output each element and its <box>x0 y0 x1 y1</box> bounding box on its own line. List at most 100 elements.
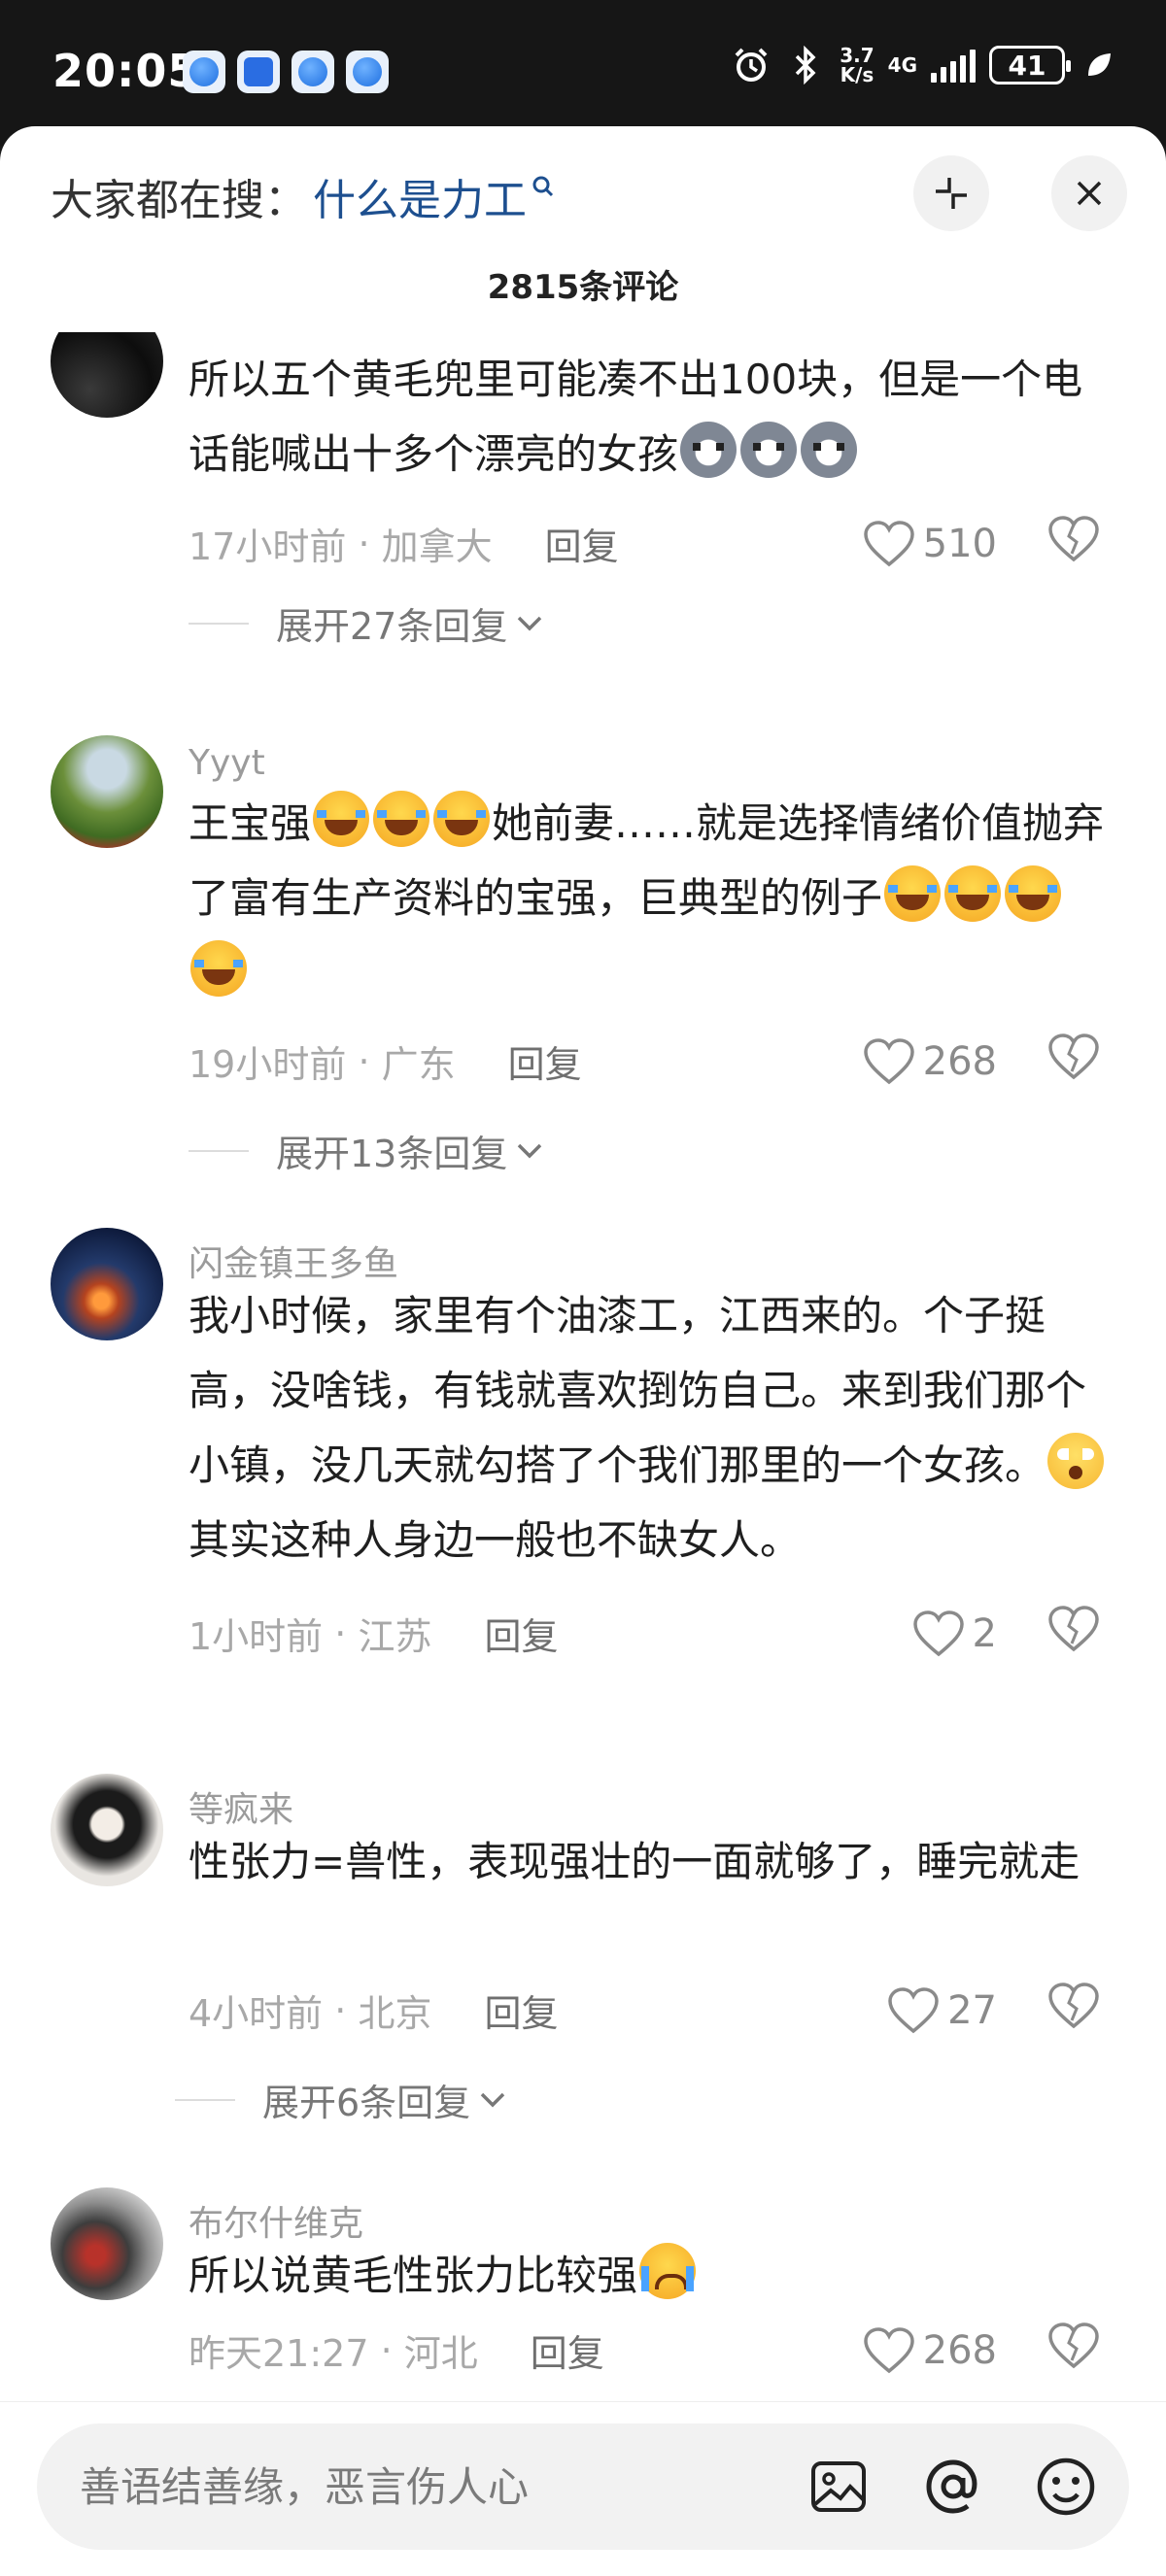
chevron-down-icon <box>518 616 542 630</box>
wolf-emoji-icon <box>680 422 737 478</box>
comment-list[interactable]: 所以五个黄毛兜里可能凑不出100块，但是一个电话能喊出十多个漂亮的女孩 17小时… <box>0 332 1166 2518</box>
comment-location: 河北 <box>403 2332 478 2375</box>
like-button[interactable]: 268 <box>863 2326 997 2375</box>
close-button[interactable] <box>1051 155 1127 231</box>
reply-button[interactable]: 回复 <box>508 1034 582 1088</box>
dislike-button[interactable] <box>1047 1033 1100 1090</box>
image-button[interactable] <box>805 2453 873 2521</box>
avatar[interactable] <box>51 332 163 418</box>
like-count: 268 <box>922 2327 997 2373</box>
mention-button[interactable] <box>919 2453 987 2521</box>
image-icon <box>811 2461 866 2512</box>
wolf-emoji-icon <box>801 422 858 478</box>
reply-button[interactable]: 回复 <box>531 2323 604 2377</box>
heart-icon <box>888 1986 939 2033</box>
comment-meta: 17小时前 · 加拿大 回复 510 <box>189 515 1121 572</box>
emoji-button[interactable] <box>1032 2453 1100 2521</box>
alarm-icon <box>731 45 772 85</box>
like-button[interactable]: 27 <box>887 1986 997 2035</box>
reply-button[interactable]: 回复 <box>484 1983 558 2037</box>
comment-text: 所以五个黄毛兜里可能凑不出100块，但是一个电话能喊出十多个漂亮的女孩 <box>189 356 1083 478</box>
dislike-button[interactable] <box>1047 1982 1100 2039</box>
comment-count: 2815条评论 <box>487 268 679 307</box>
comment-location: 江苏 <box>358 1615 432 1658</box>
comment-item: 闪金镇王多鱼 我小时候，家里有个油漆工，江西来的。个子挺高，没啥钱，有钱就喜欢捯… <box>0 1228 1166 1658</box>
app-notification-icon <box>183 51 225 93</box>
comment-item: 等疯来 性张力=兽性，表现强壮的一面就够了，睡完就走 4小时前 · 北京 回复 … <box>0 1774 1166 2124</box>
close-icon <box>1077 181 1102 206</box>
comment-time: 19小时前 <box>189 1043 347 1086</box>
dislike-heart-icon <box>1048 1034 1099 1080</box>
chevron-down-icon <box>480 2092 505 2107</box>
comment-time: 17小时前 <box>189 525 347 568</box>
comment-username[interactable]: Yyyt <box>189 743 265 783</box>
network-speed: 3.7 K/s <box>840 44 874 86</box>
notification-icons <box>183 51 389 93</box>
status-bar: 20:05 3.7 K/s 4G 41 <box>0 0 1166 146</box>
comment-sheet: 大家都在搜： 什么是力工 2815条评论 所以五个黄毛兜里可能凑不出100块，但… <box>0 126 1166 2576</box>
laughing-crying-emoji-icon <box>190 940 247 997</box>
network-type: 4G <box>887 53 917 77</box>
laughing-crying-emoji-icon <box>944 865 1002 922</box>
dislike-button[interactable] <box>1047 2322 1100 2379</box>
comment-input-field[interactable] <box>37 2423 1129 2550</box>
status-indicators: 3.7 K/s 4G 41 <box>731 45 1119 85</box>
like-count: 268 <box>922 1038 997 1084</box>
comment-meta: 1小时前 · 江苏 回复 2 <box>189 1605 1121 1662</box>
comment-input-bar <box>0 2401 1166 2576</box>
expand-replies-button[interactable]: 展开13条回复 <box>189 1124 544 1177</box>
dislike-heart-icon <box>1048 2322 1099 2369</box>
dislike-button[interactable] <box>1047 515 1100 572</box>
like-count: 510 <box>922 521 997 566</box>
signal-icon <box>931 48 976 83</box>
collapse-button[interactable] <box>913 155 989 231</box>
leaf-icon <box>1079 45 1119 85</box>
laughing-crying-emoji-icon <box>433 791 491 847</box>
expand-replies-button[interactable]: 展开27条回复 <box>189 596 544 650</box>
at-icon <box>926 2459 977 2514</box>
search-icon <box>532 176 554 197</box>
search-suggestion[interactable]: 大家都在搜： 什么是力工 <box>51 165 556 227</box>
wolf-emoji-icon <box>740 422 798 478</box>
comment-text: 所以说黄毛性张力比较强 <box>189 2238 1121 2313</box>
like-button[interactable]: 510 <box>863 520 997 568</box>
reply-button[interactable]: 回复 <box>484 1607 558 1660</box>
comment-text: 我小时候，家里有个油漆工，江西来的。个子挺高，没啥钱，有钱就喜欢捯饬自己。来到我… <box>189 1278 1121 1577</box>
comment-time: 昨天21:27 <box>189 2332 369 2375</box>
battery-icon: 41 <box>989 46 1071 85</box>
comment-text: 王宝强 她前妻……就是选择情绪价值抛弃了富有生产资料的宝强，巨典型的例子 <box>189 786 1121 1010</box>
comment-meta: 19小时前 · 广东 回复 268 <box>189 1034 1121 1088</box>
comment-input[interactable] <box>80 2462 760 2511</box>
comment-location: 北京 <box>358 1992 432 2035</box>
search-query[interactable]: 什么是力工 <box>313 165 527 227</box>
heart-icon <box>912 1610 964 1656</box>
chevron-down-icon <box>518 1143 542 1158</box>
avatar[interactable] <box>51 2187 163 2300</box>
dislike-heart-icon <box>1048 516 1099 562</box>
dislike-button[interactable] <box>1047 1605 1100 1662</box>
heart-icon <box>863 520 914 566</box>
comment-meta: 昨天21:27 · 河北 回复 268 <box>189 2322 1121 2379</box>
like-count: 2 <box>972 1610 997 1656</box>
heart-icon <box>863 2326 914 2373</box>
app-notification-icon <box>346 51 389 93</box>
app-notification-icon <box>292 51 334 93</box>
avatar[interactable] <box>51 735 163 848</box>
baidu-notification-icon <box>237 51 280 93</box>
comment-time: 4小时前 <box>189 1992 324 2035</box>
like-count: 27 <box>947 1987 997 2033</box>
emoji-icon <box>1037 2457 1095 2516</box>
laughing-crying-emoji-icon <box>1005 865 1062 922</box>
heart-icon <box>863 1037 914 1084</box>
laughing-crying-emoji-icon <box>373 791 430 847</box>
like-button[interactable]: 2 <box>912 1610 997 1658</box>
avatar[interactable] <box>51 1228 163 1340</box>
comment-text: 性张力=兽性，表现强壮的一面就够了，睡完就走 <box>189 1838 1080 1885</box>
reply-button[interactable]: 回复 <box>545 517 619 570</box>
like-button[interactable]: 268 <box>863 1037 997 1086</box>
expand-replies-button[interactable]: 展开6条回复 <box>175 2073 507 2126</box>
comment-item: Yyyt 王宝强 她前妻……就是选择情绪价值抛弃了富有生产资料的宝强，巨典型的例子… <box>0 735 1166 1202</box>
collapse-icon <box>936 178 967 209</box>
crying-emoji-icon <box>639 2243 697 2299</box>
avatar[interactable] <box>51 1774 163 1886</box>
